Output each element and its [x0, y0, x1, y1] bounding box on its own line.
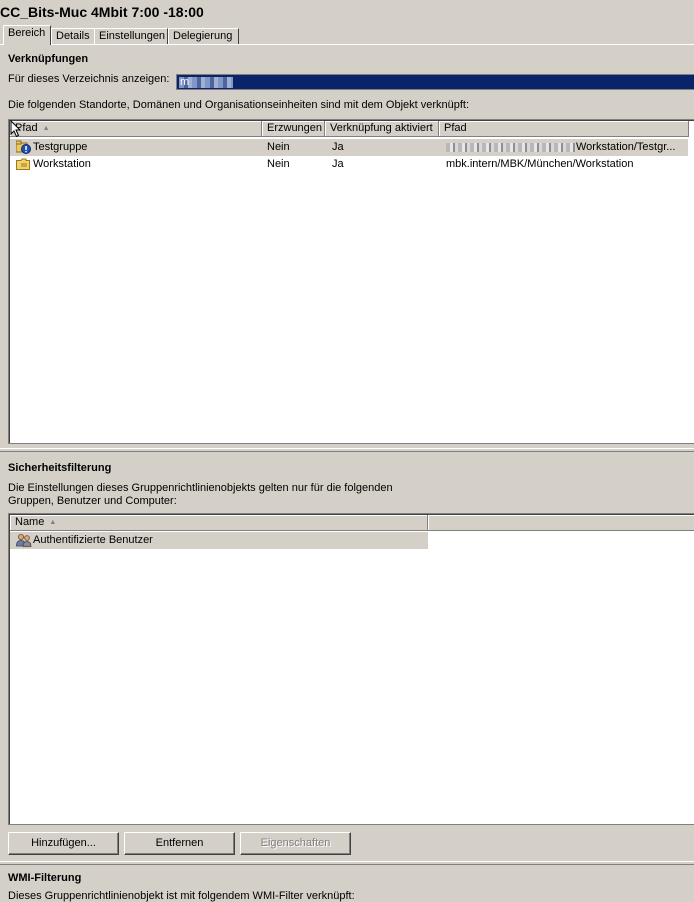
links-description: Die folgenden Standorte, Domänen und Org… — [8, 99, 470, 111]
sort-ascending-icon: ▲ — [42, 125, 50, 132]
links-list[interactable]: Pfad ▲ Erzwungen Verknüpfung aktiviert Pf… — [8, 119, 694, 444]
redacted-text — [446, 142, 576, 152]
column-header-verknuepfung[interactable]: Verknüpfung aktiviert — [325, 121, 439, 137]
security-description-line2: Gruppen, Benutzer und Computer: — [8, 495, 177, 507]
column-header-pfad[interactable]: Pfad ▲ — [10, 121, 262, 137]
page-title: CC_Bits-Muc 4Mbit 7:00 -18:00 — [0, 4, 204, 20]
row-enforced: Nein — [267, 141, 290, 153]
tab-details[interactable]: Details — [51, 28, 95, 45]
row-path: mbk.intern/MBK/München/Workstation — [446, 158, 634, 170]
list-item[interactable]: Authentifizierte Benutzer — [10, 532, 428, 549]
dropdown-value-text: m — [180, 76, 190, 88]
row-enforced: Nein — [267, 158, 290, 170]
column-header-pfad-2[interactable]: Pfad — [439, 121, 689, 137]
wmi-description: Dieses Gruppenrichtlinienobjekt ist mit … — [8, 890, 355, 902]
add-button[interactable]: Hinzufügen... — [8, 832, 119, 855]
directory-dropdown[interactable]: m — [176, 74, 694, 90]
tab-bereich[interactable]: Bereich — [3, 25, 51, 45]
pane-splitter[interactable] — [0, 859, 694, 867]
table-row[interactable]: Workstation Nein Ja mbk.intern/MBK/Münch… — [10, 156, 688, 173]
properties-button[interactable]: Eigenschaften — [240, 832, 351, 855]
row-name: Workstation — [33, 158, 91, 170]
sort-ascending-icon: ▲ — [49, 519, 57, 526]
security-section-title: Sicherheitsfilterung — [8, 462, 112, 474]
row-enabled: Ja — [332, 158, 344, 170]
row-name: Testgruppe — [33, 141, 88, 153]
column-header-empty — [428, 515, 694, 531]
mouse-cursor-icon — [10, 120, 22, 138]
users-group-icon — [16, 534, 32, 547]
tab-panel-border — [0, 44, 694, 45]
wmi-section-title: WMI-Filterung — [8, 872, 82, 884]
tab-delegierung[interactable]: Delegierung — [168, 28, 239, 45]
row-name: Authentifizierte Benutzer — [33, 534, 153, 546]
security-list[interactable]: Name ▲ Authentifizierte Benutzer — [8, 513, 694, 825]
column-header-label: Name — [15, 516, 45, 528]
remove-button[interactable]: Entfernen — [124, 832, 235, 855]
folder-ou-icon — [16, 158, 30, 170]
row-path: Workstation/Testgr... — [446, 141, 686, 153]
dropdown-label: Für dieses Verzeichnis anzeigen: — [8, 73, 170, 85]
links-section-title: Verknüpfungen — [8, 53, 89, 65]
row-enabled: Ja — [332, 141, 344, 153]
pane-splitter[interactable] — [0, 446, 694, 454]
security-description-line1: Die Einstellungen dieses Gruppenrichtlin… — [8, 482, 393, 494]
tab-einstellungen[interactable]: Einstellungen — [94, 28, 168, 45]
row-path-text: Workstation/Testgr... — [576, 141, 676, 153]
column-header-erzwungen[interactable]: Erzwungen — [262, 121, 325, 137]
ou-warning-icon — [16, 140, 31, 154]
column-header-name[interactable]: Name ▲ — [10, 515, 428, 531]
table-row[interactable]: Testgruppe Nein Ja Workstation/Testgr... — [10, 139, 688, 156]
